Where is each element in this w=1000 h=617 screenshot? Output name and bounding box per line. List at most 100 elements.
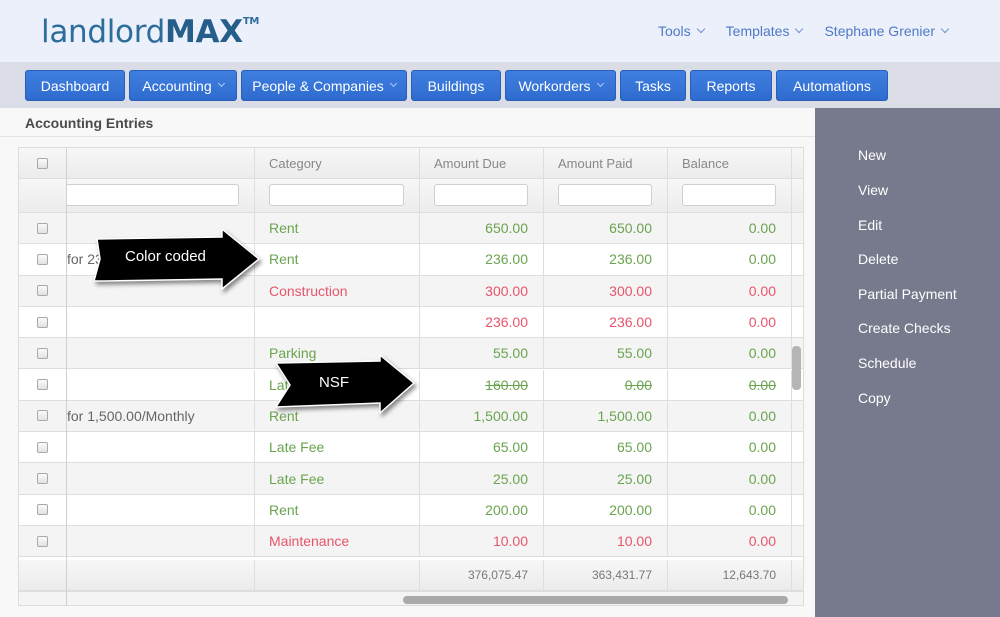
chevron-down-icon	[940, 24, 950, 34]
balance-filter-input[interactable]	[682, 184, 776, 206]
nav-tasks[interactable]: Tasks	[620, 70, 686, 101]
column-header-amount-paid[interactable]: Amount Paid	[544, 148, 668, 178]
nav-workorders[interactable]: Workorders	[505, 70, 616, 101]
section-divider	[0, 136, 815, 137]
row-checkbox[interactable]	[37, 441, 48, 453]
column-header-amount-due[interactable]: Amount Due	[420, 148, 544, 178]
description-cell	[67, 338, 255, 369]
balance-cell: 0.00	[668, 369, 792, 400]
column-header-category[interactable]: Category	[255, 148, 420, 178]
action-view[interactable]: View	[858, 182, 888, 198]
description-cell	[67, 494, 255, 525]
row-checkbox[interactable]	[37, 222, 48, 234]
user-menu[interactable]: Stephane Grenier	[824, 23, 950, 39]
nav-buildings[interactable]: Buildings	[411, 70, 501, 101]
frozen-column-divider	[66, 148, 67, 605]
nav-people-companies[interactable]: People & Companies	[241, 70, 407, 101]
row-checkbox[interactable]	[37, 316, 48, 328]
action-new[interactable]: New	[858, 147, 886, 163]
amount-paid-cell: 300.00	[544, 275, 668, 306]
amount-paid-cell: 1,500.00	[544, 400, 668, 432]
category-cell: Late Fee	[255, 432, 420, 463]
category-cell: Rent	[255, 213, 420, 244]
app-header: landlordMAXTM Tools Templates Stephane G…	[0, 0, 1000, 62]
row-checkbox[interactable]	[37, 504, 48, 516]
action-schedule[interactable]: Schedule	[858, 355, 916, 371]
chevron-down-icon	[696, 24, 705, 34]
table-row[interactable]: Late Fee 25.00 25.00 0.00	[19, 463, 803, 495]
description-cell: for 1,500.00/Monthly	[67, 400, 255, 432]
balance-cell: 0.00	[668, 306, 792, 338]
column-header-balance[interactable]: Balance	[668, 148, 792, 178]
amount-due-cell: 650.00	[420, 213, 544, 244]
column-header-description[interactable]	[67, 148, 255, 178]
chevron-down-icon	[596, 79, 604, 88]
description-cell	[67, 463, 255, 494]
row-checkbox[interactable]	[37, 379, 48, 391]
balance-cell: 0.00	[668, 244, 792, 275]
amount-due-cell: 55.00	[420, 338, 544, 369]
action-partial-payment[interactable]: Partial Payment	[858, 286, 957, 302]
vertical-scrollbar-thumb[interactable]	[792, 346, 801, 390]
table-row[interactable]: Rent 200.00 200.00 0.00	[19, 494, 803, 526]
color-coded-annotation: Color coded	[125, 248, 206, 265]
table-row[interactable]: Maintenance 10.00 10.00 0.00	[19, 526, 803, 558]
nav-automations[interactable]: Automations	[776, 70, 888, 101]
category-cell: Rent	[255, 494, 420, 525]
amount-paid-cell: 200.00	[544, 494, 668, 525]
section-title: Accounting Entries	[25, 115, 154, 131]
nav-accounting[interactable]: Accounting	[129, 70, 237, 101]
nav-dashboard[interactable]: Dashboard	[25, 70, 125, 101]
description-cell	[67, 526, 255, 557]
templates-menu[interactable]: Templates	[726, 23, 804, 39]
row-checkbox[interactable]	[37, 535, 48, 547]
row-checkbox[interactable]	[37, 410, 48, 422]
action-delete[interactable]: Delete	[858, 251, 898, 267]
table-row[interactable]: 236.00 236.00 0.00	[19, 306, 803, 339]
row-checkbox[interactable]	[37, 253, 48, 265]
chevron-down-icon	[217, 79, 225, 88]
total-amount-paid: 363,431.77	[544, 560, 668, 590]
actions-panel: New View Edit Delete Partial Payment Cre…	[815, 108, 1000, 617]
row-checkbox[interactable]	[37, 473, 48, 485]
select-all-checkbox[interactable]	[37, 157, 48, 169]
amount-due-cell: 200.00	[420, 494, 544, 525]
balance-cell: 0.00	[668, 275, 792, 306]
balance-cell: 0.00	[668, 400, 792, 432]
tools-menu[interactable]: Tools	[658, 23, 705, 39]
balance-cell: 0.00	[668, 463, 792, 494]
amount-paid-cell: 236.00	[544, 306, 668, 338]
landlordmax-logo[interactable]: landlordMAXTM	[41, 14, 259, 50]
amount-due-cell: 25.00	[420, 463, 544, 494]
category-cell: Maintenance	[255, 526, 420, 557]
amount-paid-cell: 0.00	[544, 369, 668, 400]
amount-paid-cell: 650.00	[544, 213, 668, 244]
table-row[interactable]: Late Fee 65.00 65.00 0.00	[19, 432, 803, 464]
horizontal-scrollbar-track[interactable]	[19, 591, 803, 605]
category-cell: Rent	[255, 244, 420, 275]
amount-due-cell: 10.00	[420, 526, 544, 557]
balance-cell: 0.00	[668, 213, 792, 244]
row-checkbox[interactable]	[37, 347, 48, 359]
action-copy[interactable]: Copy	[858, 390, 891, 406]
horizontal-scrollbar-thumb[interactable]	[403, 596, 788, 604]
amount-due-cell: 1,500.00	[420, 400, 544, 432]
description-cell	[67, 306, 255, 338]
row-checkbox[interactable]	[37, 285, 48, 297]
category-filter-input[interactable]	[269, 184, 404, 206]
nav-reports[interactable]: Reports	[690, 70, 772, 101]
grid-filter-row	[19, 179, 803, 213]
description-filter-input[interactable]	[67, 184, 239, 206]
amount-paid-cell: 25.00	[544, 463, 668, 494]
main-nav: Dashboard Accounting People & Companies …	[0, 62, 1000, 108]
amount-paid-cell: 55.00	[544, 338, 668, 369]
amount-paid-filter-input[interactable]	[558, 184, 652, 206]
amount-due-filter-input[interactable]	[434, 184, 528, 206]
balance-cell: 0.00	[668, 338, 792, 369]
select-all-cell	[19, 148, 67, 178]
action-create-checks[interactable]: Create Checks	[858, 320, 951, 336]
category-cell	[255, 306, 420, 338]
action-edit[interactable]: Edit	[858, 217, 882, 233]
total-balance: 12,643.70	[668, 560, 792, 590]
description-cell	[67, 369, 255, 400]
